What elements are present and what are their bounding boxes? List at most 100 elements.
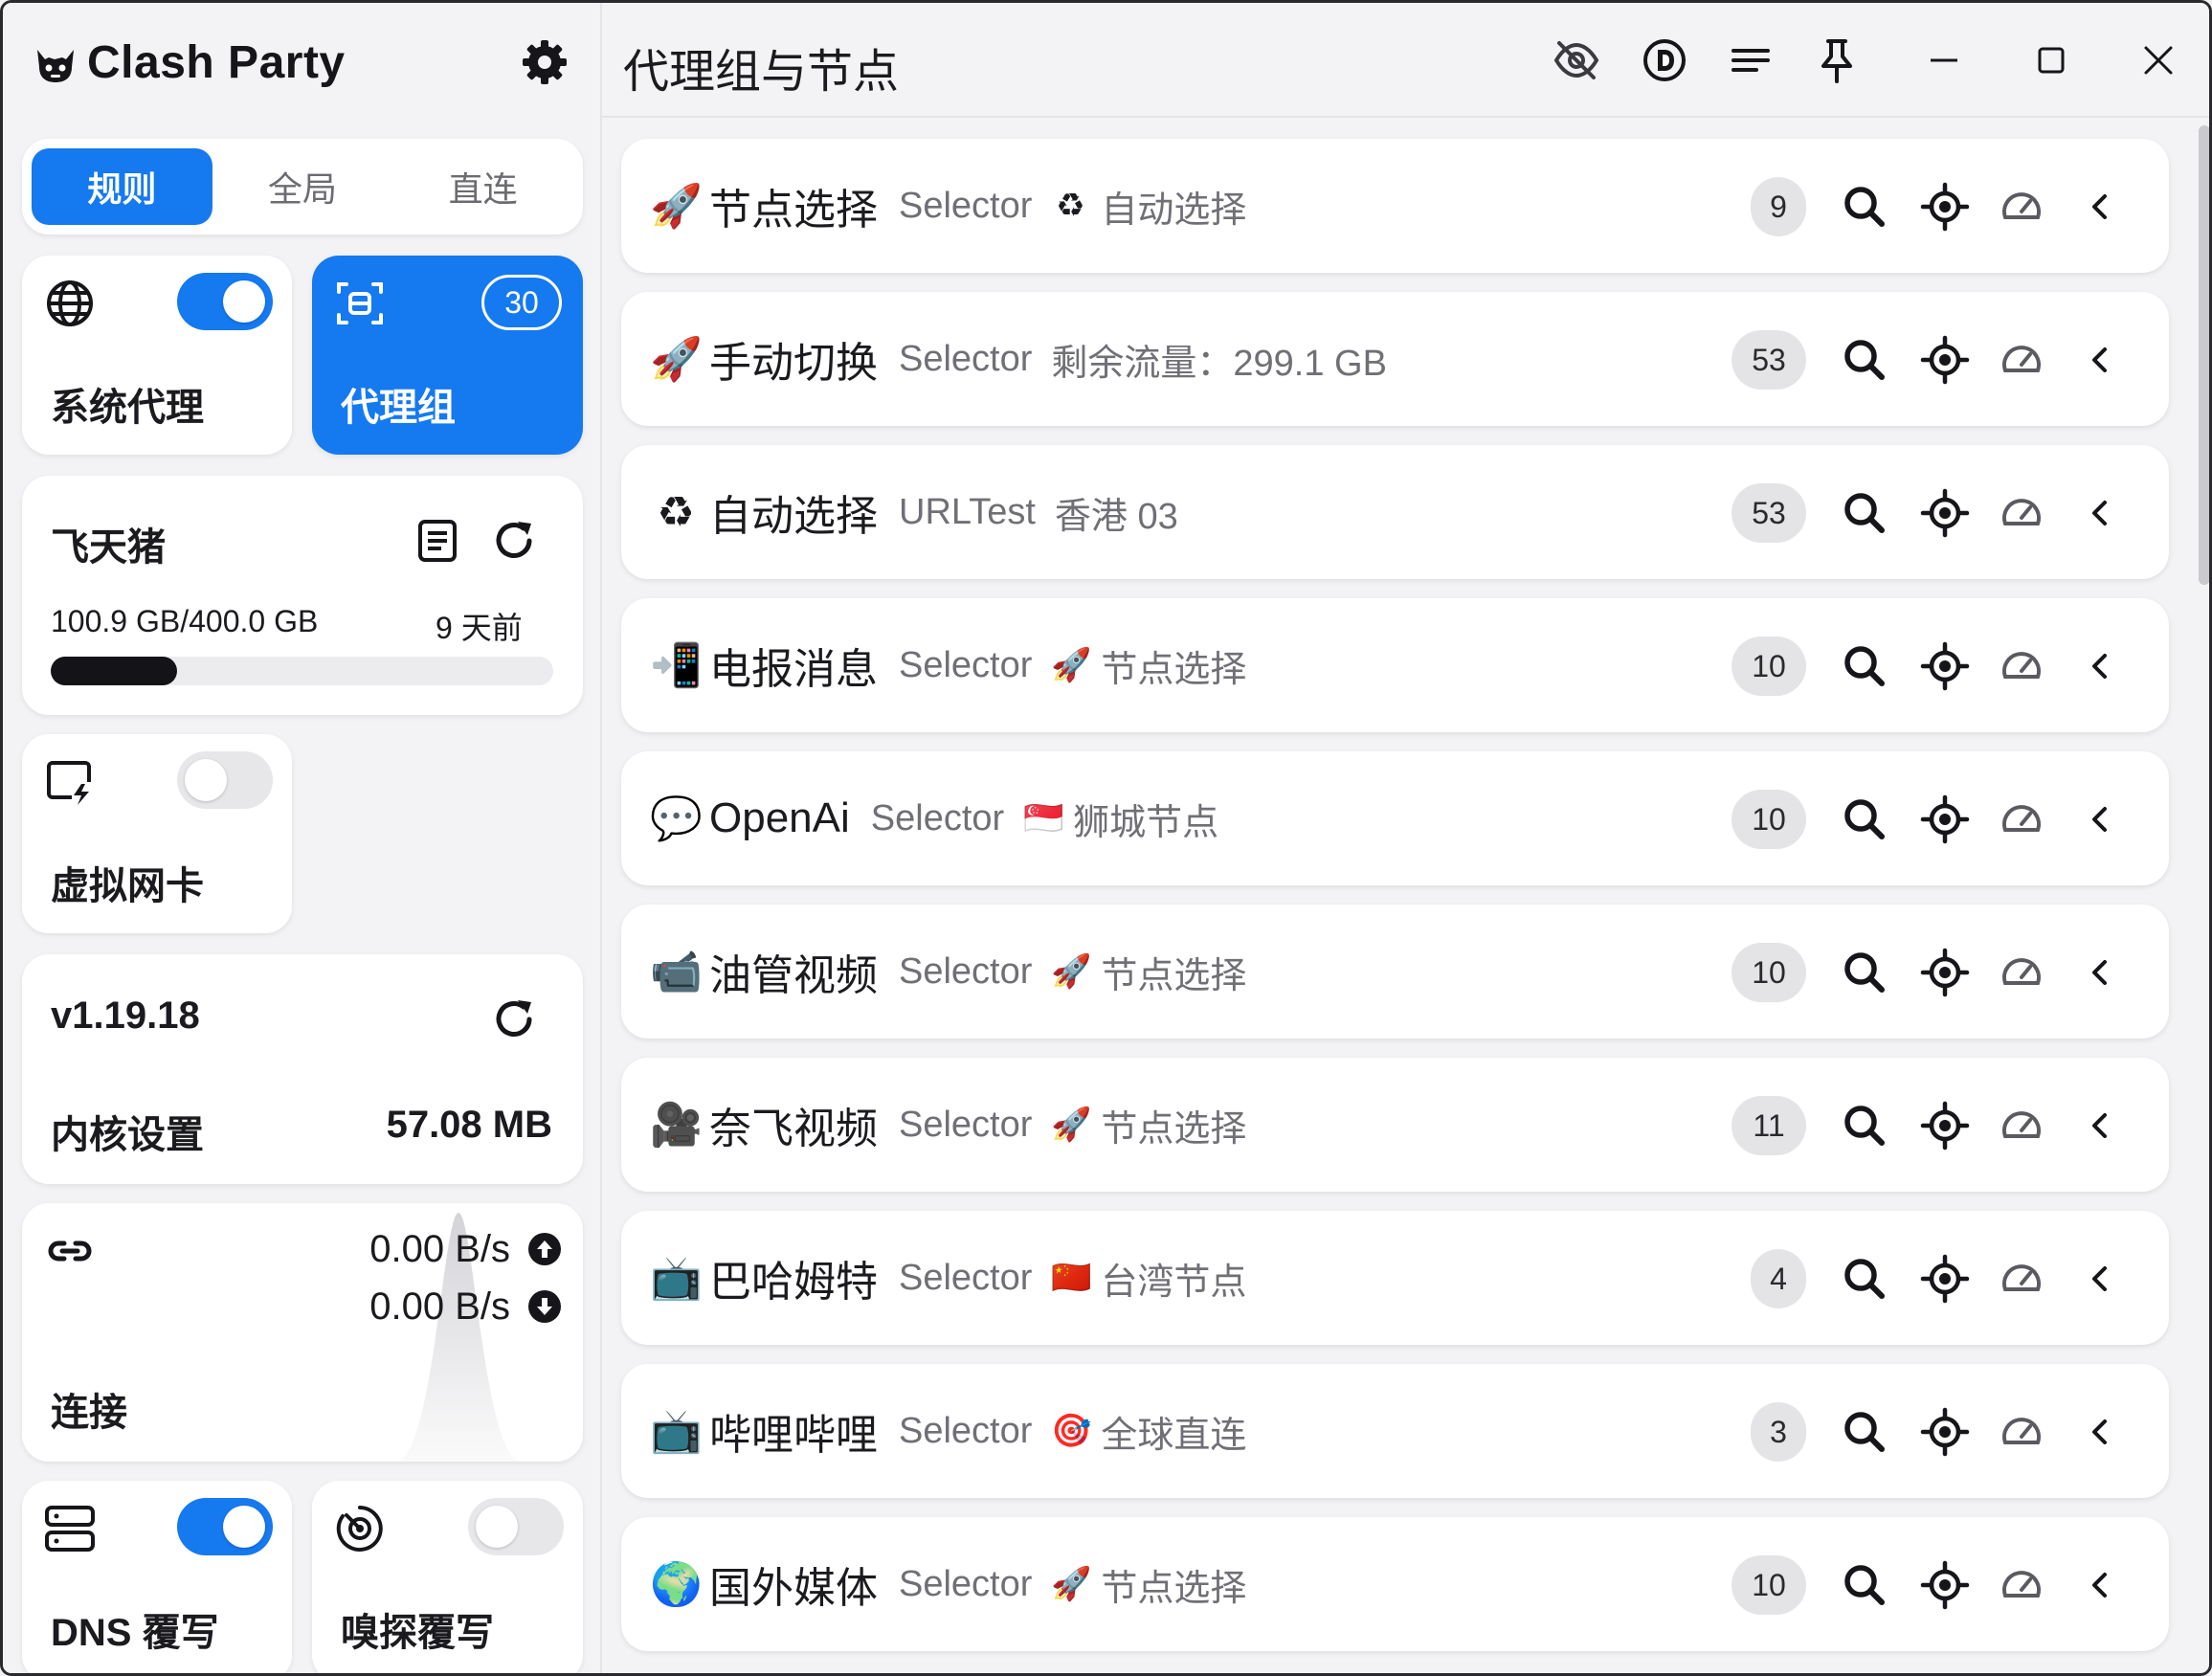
- system-proxy-card[interactable]: 系统代理: [22, 256, 292, 455]
- search-icon[interactable]: [1835, 637, 1894, 696]
- mode-tab-rule[interactable]: 规则: [32, 148, 212, 225]
- chevron-left-icon[interactable]: [2070, 790, 2130, 849]
- tun-label: 虚拟网卡: [51, 865, 204, 907]
- group-type: Selector: [899, 1410, 1033, 1451]
- connections-card[interactable]: 0.00 B/s 0.00 B/s 连接: [22, 1203, 583, 1462]
- group-name: 哔哩哔哩: [709, 1412, 878, 1459]
- chevron-left-icon[interactable]: [2070, 1555, 2130, 1615]
- group-info: 电报消息 Selector 🚀 节点选择: [709, 637, 1246, 694]
- locate-icon[interactable]: [1915, 1096, 1975, 1155]
- speedometer-icon[interactable]: [1992, 1249, 2051, 1308]
- sniff-card[interactable]: 嗅探覆写: [312, 1481, 583, 1673]
- group-name: 电报消息: [709, 646, 878, 693]
- proxy-group-card[interactable]: 📹 油管视频 Selector 🚀 节点选择 10: [621, 905, 2169, 1039]
- locate-icon[interactable]: [1915, 1249, 1975, 1308]
- group-current-node: 香港 03: [1054, 496, 1178, 537]
- document-icon[interactable]: [413, 516, 462, 566]
- app-name: Clash Party: [87, 36, 346, 88]
- close-icon[interactable]: [2134, 35, 2183, 85]
- chevron-left-icon[interactable]: [2070, 1249, 2130, 1308]
- proxy-group-card[interactable]: 🎥 奈飞视频 Selector 🚀 节点选择 11: [621, 1058, 2169, 1192]
- proxy-group-card[interactable]: 📺 哔哩哔哩 Selector 🎯 全球直连 3: [621, 1364, 2169, 1498]
- d-mode-icon[interactable]: [1640, 35, 1689, 85]
- group-current-emoji-icon: 🎯: [1051, 1412, 1092, 1450]
- sniff-toggle[interactable]: [468, 1498, 564, 1555]
- group-current-emoji-icon: ♻: [1056, 187, 1085, 225]
- locate-icon[interactable]: [1915, 790, 1975, 849]
- proxy-group-card[interactable]: 📺 巴哈姆特 Selector 🇨🇳 台湾节点 4: [621, 1211, 2169, 1345]
- proxy-group-card[interactable]: 💬 OpenAi Selector 🇸🇬 狮城节点 10: [621, 751, 2169, 885]
- speedometer-icon[interactable]: [1992, 330, 2051, 390]
- proxy-group-card[interactable]: 🚀 节点选择 Selector ♻ 自动选择 9: [621, 139, 2169, 273]
- list-scrollbar[interactable]: [2199, 125, 2209, 585]
- maximize-icon[interactable]: [2026, 35, 2076, 85]
- mode-tab-global[interactable]: 全局: [212, 148, 393, 225]
- pin-icon[interactable]: [1812, 35, 1862, 85]
- speedometer-icon[interactable]: [1992, 790, 2051, 849]
- chevron-left-icon[interactable]: [2070, 330, 2130, 390]
- proxy-group-card[interactable]: ♻ 自动选择 URLTest 香港 03 53: [621, 445, 2169, 579]
- group-info: 国外媒体 Selector 🚀 节点选择: [709, 1555, 1246, 1613]
- dns-card[interactable]: DNS 覆写: [22, 1481, 292, 1673]
- system-proxy-toggle[interactable]: [177, 273, 273, 330]
- search-icon[interactable]: [1835, 1249, 1894, 1308]
- group-emoji-icon: 📹: [650, 948, 703, 996]
- locate-icon[interactable]: [1915, 637, 1975, 696]
- locate-icon[interactable]: [1915, 943, 1975, 1002]
- chevron-left-icon[interactable]: [2070, 1096, 2130, 1155]
- proxy-group-list: 🚀 节点选择 Selector ♻ 自动选择 9 🚀 手动切换 Selector…: [602, 120, 2209, 1673]
- speedometer-icon[interactable]: [1992, 637, 2051, 696]
- speedometer-icon[interactable]: [1992, 943, 2051, 1002]
- menu-lines-icon[interactable]: [1726, 35, 1776, 85]
- mode-tab-direct[interactable]: 直连: [392, 148, 573, 225]
- group-node-count: 10: [1732, 637, 1806, 696]
- search-icon[interactable]: [1835, 1402, 1894, 1462]
- proxy-group-card[interactable]: 🚀 手动切换 Selector 剩余流量：299.1 GB 53: [621, 292, 2169, 426]
- eye-off-icon[interactable]: [1552, 35, 1601, 85]
- proxy-group-card[interactable]: 📲 电报消息 Selector 🚀 节点选择 10: [621, 598, 2169, 732]
- minimize-icon[interactable]: [1919, 35, 1969, 85]
- speedometer-icon[interactable]: [1992, 483, 2051, 543]
- core-card[interactable]: v1.19.18 内核设置 57.08 MB: [22, 954, 583, 1184]
- group-current-emoji-icon: 🚀: [1051, 646, 1092, 684]
- search-icon[interactable]: [1835, 177, 1894, 236]
- locate-icon[interactable]: [1915, 483, 1975, 543]
- chevron-left-icon[interactable]: [2070, 177, 2130, 236]
- chevron-left-icon[interactable]: [2070, 483, 2130, 543]
- dns-toggle[interactable]: [177, 1498, 273, 1555]
- core-refresh-icon[interactable]: [489, 994, 539, 1044]
- tun-card[interactable]: 虚拟网卡: [22, 734, 292, 933]
- chevron-left-icon[interactable]: [2070, 943, 2130, 1002]
- search-icon[interactable]: [1835, 1096, 1894, 1155]
- group-name: OpenAi: [709, 794, 850, 841]
- group-node-count: 10: [1732, 943, 1806, 1002]
- group-current-node: 节点选择: [1101, 955, 1247, 996]
- group-name: 手动切换: [709, 340, 878, 387]
- speedometer-icon[interactable]: [1992, 1402, 2051, 1462]
- search-icon[interactable]: [1835, 330, 1894, 390]
- search-icon[interactable]: [1835, 790, 1894, 849]
- chevron-left-icon[interactable]: [2070, 637, 2130, 696]
- speedometer-icon[interactable]: [1992, 1096, 2051, 1155]
- group-node-count: 11: [1732, 1096, 1806, 1155]
- locate-icon[interactable]: [1915, 177, 1975, 236]
- download-arrow-icon: [528, 1290, 561, 1323]
- group-emoji-icon: 📲: [650, 641, 703, 690]
- tun-toggle[interactable]: [177, 751, 273, 809]
- group-type: Selector: [899, 1257, 1033, 1298]
- speedometer-icon[interactable]: [1992, 177, 2051, 236]
- search-icon[interactable]: [1835, 943, 1894, 1002]
- subscription-name: 飞天猪: [51, 526, 166, 569]
- locate-icon[interactable]: [1915, 330, 1975, 390]
- chevron-left-icon[interactable]: [2070, 1402, 2130, 1462]
- speedometer-icon[interactable]: [1992, 1555, 2051, 1615]
- locate-icon[interactable]: [1915, 1402, 1975, 1462]
- settings-gear-icon[interactable]: [518, 35, 571, 89]
- locate-icon[interactable]: [1915, 1555, 1975, 1615]
- proxy-group-card[interactable]: 🌍 国外媒体 Selector 🚀 节点选择 10: [621, 1517, 2169, 1651]
- search-icon[interactable]: [1835, 483, 1894, 543]
- refresh-icon[interactable]: [489, 516, 539, 566]
- server-icon: [45, 1506, 95, 1552]
- group-info: 自动选择 URLTest 香港 03: [709, 483, 1178, 541]
- search-icon[interactable]: [1835, 1555, 1894, 1615]
